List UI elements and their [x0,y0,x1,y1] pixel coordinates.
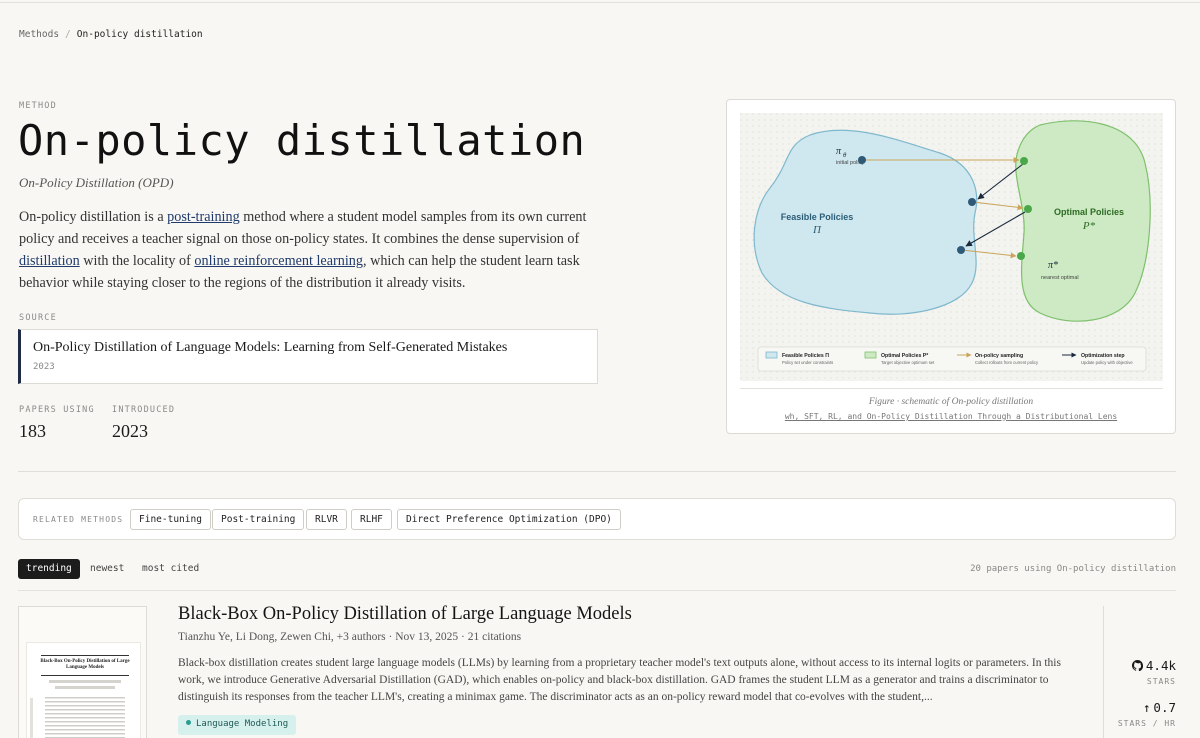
feasible-title: Feasible Policies [781,212,854,222]
thumbnail-authors [49,680,121,683]
paper-title[interactable]: Black-Box On-Policy Distillation of Larg… [178,604,632,625]
thumbnail-abstract-lines [45,697,125,738]
legend-optimal-title: Optimal Policies P* [881,353,929,359]
legend-sampling-title: On-policy sampling [975,353,1023,359]
sort-tab-newest[interactable]: newest [82,559,132,579]
feasible-policies-region [753,129,978,315]
figure-caption: Figure · schematic of On-policy distilla… [868,397,1034,407]
source-eyebrow: SOURCE [19,313,57,323]
related-chip-rlvr[interactable]: RLVR [306,509,347,530]
papers-using-value: 183 [19,421,46,441]
paper-thumbnail[interactable]: Black-Box On-Policy Distillation of Larg… [18,606,147,738]
list-divider [18,590,1176,591]
thumbnail-title: Black-Box On-Policy Distillation of Larg… [40,659,130,670]
paper-task-tag[interactable]: Language Modeling [178,715,297,735]
stars-per-hour-value: 0.7 [1153,700,1176,715]
method-description: On-policy distillation is a post-trainin… [19,206,589,294]
stars-label: STARS [1146,677,1176,686]
stars-count: 4.4k [1145,658,1176,673]
legend-optimal-sub: Target objective optimum set [881,360,935,365]
paper-meta: Tianzhu Ye, Li Dong, Zewen Chi, +3 autho… [178,631,522,643]
legend-step-title: Optimization step [1081,353,1125,359]
sort-tab-most-cited[interactable]: most cited [134,559,207,579]
sort-tab-trending[interactable]: trending [18,559,80,579]
related-chip-rlhf[interactable]: RLHF [351,509,392,530]
optimal-policy-point [1020,157,1028,165]
stars-per-hour-label: STARS / HR [1117,719,1176,728]
breadcrumb-current: On-policy distillation [76,29,203,40]
source-title: On-Policy Distillation of Language Model… [33,340,508,355]
distillation-link[interactable]: distillation [19,253,80,269]
description-text: On-policy distillation is a [19,209,168,225]
related-methods-bar: RELATED METHODS Fine-tuning Post-trainin… [18,498,1176,540]
optimal-policy-point [1017,252,1025,260]
introduced-value: 2023 [112,421,148,441]
tag-label: Language Modeling [196,719,289,729]
legend-feasible-sub: Policy set under constraints [782,360,833,365]
legend-step-sub: Update policy with objective [1081,360,1133,365]
nearest-optimal-label: nearest optimal [1041,275,1079,281]
thumbnail-page: Black-Box On-Policy Distillation of Larg… [26,642,141,738]
paper-abstract: Black-box distillation creates student l… [178,657,1061,703]
page-title: On-policy distillation [18,116,586,165]
method-eyebrow: METHOD [19,101,57,111]
legend-feasible-swatch [765,351,778,359]
figure-source-link[interactable]: wh, SFT, RL, and On-Policy Distillation … [727,412,1175,421]
related-methods-label: RELATED METHODS [33,515,124,524]
introduced-stat: INTRODUCED 2023 [112,405,175,442]
feasible-symbol: Π [812,224,822,236]
legend-feasible-title: Feasible Policies Π [782,353,829,359]
optimal-policy-point [1024,205,1032,213]
source-card[interactable]: On-Policy Distillation of Language Model… [18,329,598,384]
diagram-legend [757,346,1147,372]
thumbnail-rule [41,655,129,656]
intermediate-policy-point [957,246,965,254]
stars-per-hour-metric: ↑ 0.7 STARS / HR [1118,700,1176,728]
section-divider [18,471,1176,472]
github-stars-value: 4.4k [1131,658,1176,673]
thumbnail-authors [55,686,115,689]
thumbnail-rule [41,675,129,676]
related-chip-fine-tuning[interactable]: Fine-tuning [130,509,211,530]
related-chip-post-training[interactable]: Post-training [212,509,305,530]
figure-card: Feasible Policies Π Optimal Policies P* … [726,99,1176,434]
paper-count: 20 papers using On-policy distillation [970,564,1176,574]
arrow-up-icon: ↑ [1142,700,1151,715]
figure-caption-rule [740,388,1163,389]
post-training-link[interactable]: post-training [167,209,240,225]
description-text: with the locality of [79,253,195,269]
legend-sampling-sub: Collect rollouts from current policy [975,360,1039,365]
optimal-symbol: P* [1082,220,1096,232]
breadcrumb-methods-link[interactable]: Methods [19,29,59,40]
introduced-label: INTRODUCED [112,405,176,415]
breadcrumb-separator: / [65,29,71,40]
top-rule [0,2,1200,3]
legend-optimal-swatch [864,351,877,359]
thumbnail-arxiv-stamp [30,698,33,738]
tag-dot-icon [186,720,191,725]
opd-schematic-diagram: Feasible Policies Π Optimal Policies P* … [740,113,1163,381]
metrics-divider [1103,606,1104,738]
online-rl-link[interactable]: online reinforcement learning [194,253,363,269]
nearest-optimal-symbol: π* [1048,260,1058,271]
github-icon [1131,660,1143,672]
source-year: 2023 [33,362,55,372]
related-chip-dpo[interactable]: Direct Preference Optimization (DPO) [397,509,621,530]
github-stars-metric: 4.4k STARS [1131,658,1176,686]
papers-using-label: PAPERS USING [19,405,95,415]
optimal-title: Optimal Policies [1054,207,1124,217]
initial-policy-point [858,156,866,164]
papers-using-stat: PAPERS USING 183 [19,405,95,442]
intermediate-policy-point [968,198,976,206]
breadcrumb: Methods / On-policy distillation [19,29,203,40]
page-subtitle: On-Policy Distillation (OPD) [19,175,174,190]
